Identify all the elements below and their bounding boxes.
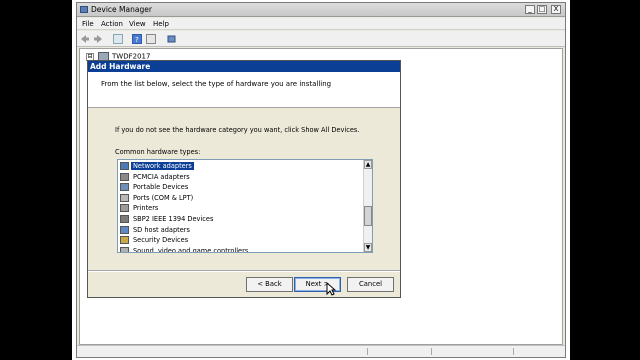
network-adapter-icon <box>120 162 129 170</box>
status-divider <box>431 348 432 355</box>
portable-device-icon <box>120 183 129 192</box>
ieee1394-icon <box>120 215 129 223</box>
list-item-label: Portable Devices <box>133 183 189 192</box>
list-item[interactable]: Ports (COM & LPT) <box>120 193 195 203</box>
menu-view[interactable]: View <box>129 20 146 28</box>
dialog-separator <box>88 270 400 272</box>
back-button[interactable]: < Back <box>246 277 293 292</box>
dialog-title-bar[interactable]: Add Hardware <box>88 61 400 72</box>
menu-bar: File Action View Help <box>77 18 565 30</box>
window-title: Device Manager <box>91 5 152 14</box>
properties-icon[interactable] <box>113 34 123 44</box>
list-item[interactable]: Printers <box>120 203 160 213</box>
menu-help[interactable]: Help <box>153 20 169 28</box>
mouse-pointer-icon <box>326 282 336 296</box>
list-item[interactable]: Network adapters <box>120 161 194 171</box>
pcmcia-icon <box>120 172 129 181</box>
minimize-button[interactable]: _ <box>525 5 535 14</box>
list-item[interactable]: SD host adapters <box>120 225 192 235</box>
list-item[interactable]: Security Devices <box>120 235 190 245</box>
list-item-label: PCMCIA adapters <box>133 172 190 181</box>
device-manager-icon <box>80 6 88 13</box>
menu-action[interactable]: Action <box>101 20 123 28</box>
status-divider <box>513 348 514 355</box>
scan-hardware-icon[interactable] <box>167 34 177 44</box>
scroll-down-button[interactable]: ▼ <box>364 243 372 252</box>
dialog-header: From the list below, select the type of … <box>88 72 400 108</box>
scroll-thumb[interactable] <box>364 206 372 226</box>
status-divider <box>367 348 368 355</box>
scroll-up-button[interactable]: ▲ <box>364 160 372 169</box>
security-device-icon <box>120 236 129 245</box>
window-title-bar[interactable]: Device Manager _ □ X <box>77 3 565 17</box>
list-item-label: Ports (COM & LPT) <box>133 193 194 202</box>
list-item-label: Printers <box>133 204 159 213</box>
list-item[interactable]: SBP2 IEEE 1394 Devices <box>120 214 215 224</box>
close-button[interactable]: X <box>551 5 561 14</box>
sound-icon <box>120 246 129 252</box>
forward-arrow-icon[interactable] <box>93 34 103 44</box>
svg-text:?: ? <box>135 36 139 43</box>
list-item[interactable]: Sound, video and game controllers <box>120 246 250 253</box>
dialog-heading: From the list below, select the type of … <box>101 80 332 88</box>
printer-icon <box>120 204 129 213</box>
add-hardware-dialog: Add Hardware From the list below, select… <box>87 60 401 298</box>
dialog-info-text: If you do not see the hardware category … <box>115 126 360 134</box>
list-label: Common hardware types: <box>115 148 201 156</box>
hardware-type-list[interactable]: Network adapters PCMCIA adapters Portable … <box>117 159 373 253</box>
status-bar <box>77 345 565 357</box>
list-item[interactable]: Portable Devices <box>120 182 190 192</box>
list-item-label: Security Devices <box>133 236 189 245</box>
back-arrow-icon[interactable] <box>80 34 90 44</box>
toolbar: ? <box>77 31 565 47</box>
maximize-button[interactable]: □ <box>537 5 547 14</box>
list-item-label: Network adapters <box>131 162 194 170</box>
list-item-label: SBP2 IEEE 1394 Devices <box>133 215 214 223</box>
help-icon[interactable]: ? <box>132 34 142 44</box>
sd-adapter-icon <box>120 225 129 234</box>
port-icon <box>120 193 129 202</box>
list-item[interactable]: PCMCIA adapters <box>120 172 192 182</box>
list-item-label: SD host adapters <box>133 225 190 234</box>
cancel-button[interactable]: Cancel <box>347 277 394 292</box>
view-icon[interactable] <box>146 34 156 44</box>
menu-file[interactable]: File <box>82 20 94 28</box>
list-scrollbar[interactable]: ▲ ▼ <box>363 160 372 252</box>
list-item-label: Sound, video and game controllers <box>133 246 249 253</box>
